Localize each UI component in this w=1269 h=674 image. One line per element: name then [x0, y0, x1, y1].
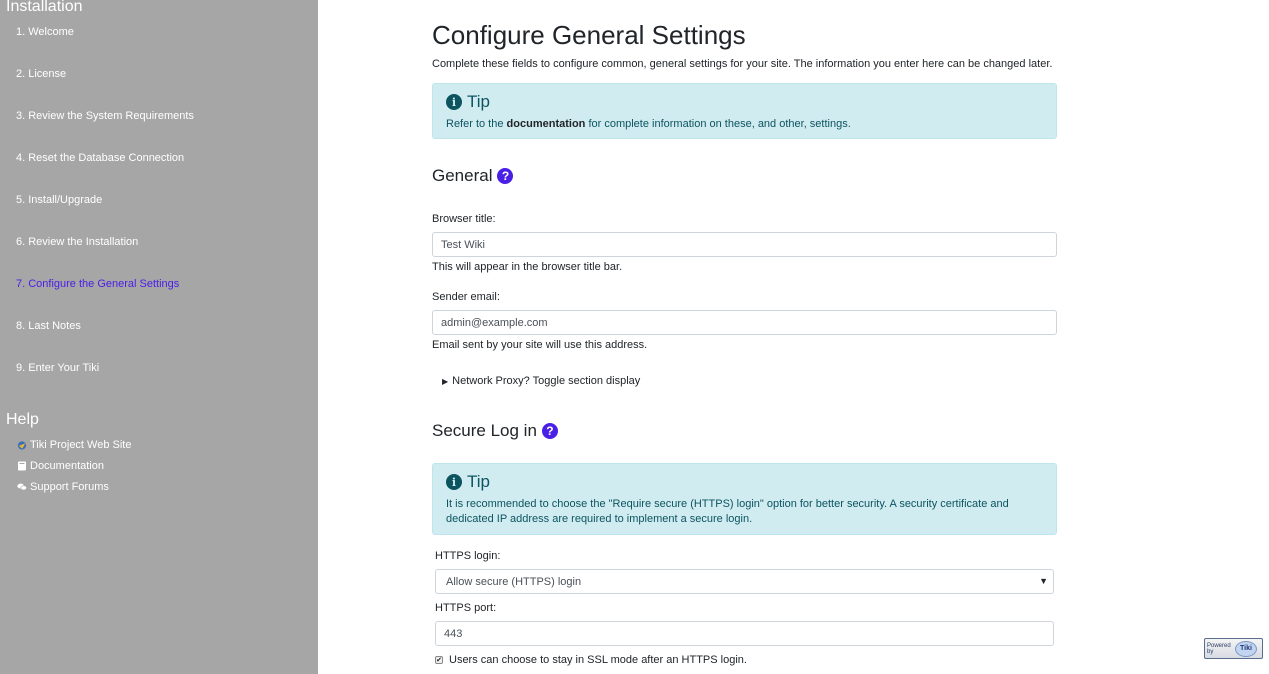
- network-proxy-toggle[interactable]: ▶ Network Proxy? Toggle section display: [442, 375, 640, 387]
- sidebar-step-enter-tiki[interactable]: 9. Enter Your Tiki: [16, 362, 99, 374]
- tip-title-label: Tip: [467, 92, 490, 111]
- help-question-icon[interactable]: ?: [541, 423, 558, 439]
- help-heading: Help: [6, 411, 39, 428]
- documentation-link[interactable]: documentation: [507, 118, 586, 130]
- tip-text-before: Refer to the: [446, 118, 507, 130]
- section-general-heading: General ?: [432, 166, 514, 186]
- help-link-tiki-project[interactable]: Tiki Project Web Site: [17, 439, 131, 451]
- tip-title: i Tip: [446, 92, 490, 112]
- info-icon: i: [446, 474, 462, 490]
- https-login-label: HTTPS login:: [435, 550, 501, 562]
- sidebar-step-welcome[interactable]: 1. Welcome: [16, 26, 74, 38]
- network-proxy-label: Network Proxy? Toggle section display: [452, 375, 641, 387]
- sidebar-step-install-upgrade[interactable]: 5. Install/Upgrade: [16, 194, 102, 206]
- tip-box-secure-login: i Tip It is recommended to choose the "R…: [432, 463, 1057, 535]
- https-port-value: 443: [444, 627, 463, 640]
- https-login-select[interactable]: Allow secure (HTTPS) login ▼: [435, 569, 1054, 594]
- tip-text-after: for complete information on these, and o…: [585, 118, 851, 130]
- section-secure-login-title: Secure Log in: [432, 421, 537, 440]
- tip-title-label: Tip: [467, 472, 490, 491]
- https-port-input[interactable]: 443: [435, 621, 1054, 646]
- triangle-right-icon: ▶: [442, 376, 449, 386]
- sender-email-input[interactable]: admin@example.com: [432, 310, 1057, 335]
- browser-title-label: Browser title:: [432, 213, 496, 225]
- book-icon: [17, 461, 27, 471]
- tiki-logo: Tiki: [1235, 640, 1257, 657]
- help-link-label: Tiki Project Web Site: [30, 439, 132, 451]
- help-link-label: Support Forums: [30, 481, 109, 493]
- sender-email-value: admin@example.com: [441, 316, 548, 329]
- caret-down-icon: ▼: [1039, 576, 1048, 586]
- sidebar-step-reset-database[interactable]: 4. Reset the Database Connection: [16, 152, 184, 164]
- browser-title-help: This will appear in the browser title ba…: [432, 261, 623, 273]
- ssl-mode-option: ✔ Users can choose to stay in SSL mode a…: [435, 654, 747, 666]
- sidebar-step-system-requirements[interactable]: 3. Review the System Requirements: [16, 110, 194, 122]
- info-icon: i: [446, 94, 462, 110]
- powered-by-tiki-badge[interactable]: Powered by Tiki: [1204, 638, 1263, 659]
- section-general-title: General: [432, 166, 493, 185]
- https-login-value: Allow secure (HTTPS) login: [446, 575, 582, 588]
- help-link-support-forums[interactable]: Support Forums: [17, 481, 109, 493]
- tip-box-documentation: i Tip Refer to the documentation for com…: [432, 83, 1057, 139]
- sidebar-step-review-installation[interactable]: 6. Review the Installation: [16, 236, 138, 248]
- tip-title: i Tip: [446, 472, 490, 492]
- tip-text: Refer to the documentation for complete …: [446, 117, 851, 132]
- ssl-mode-label: Users can choose to stay in SSL mode aft…: [449, 654, 747, 666]
- help-link-documentation[interactable]: Documentation: [17, 460, 104, 472]
- comments-icon: [17, 482, 27, 492]
- browser-title-input[interactable]: Test Wiki: [432, 232, 1057, 257]
- tiki-logo-icon: [17, 440, 27, 450]
- sidebar-step-license[interactable]: 2. License: [16, 68, 66, 80]
- tip-text: It is recommended to choose the "Require…: [446, 498, 1009, 525]
- browser-title-value: Test Wiki: [441, 238, 485, 251]
- powered-by-text: Powered by: [1207, 642, 1231, 655]
- sender-email-label: Sender email:: [432, 291, 500, 303]
- https-port-label: HTTPS port:: [435, 602, 497, 614]
- page-title: Configure General Settings: [432, 20, 746, 50]
- sidebar: Installation 1. Welcome 2. License 3. Re…: [0, 0, 318, 674]
- sidebar-step-configure-general[interactable]: 7. Configure the General Settings: [16, 278, 179, 290]
- sender-email-help: Email sent by your site will use this ad…: [432, 339, 648, 351]
- help-question-icon[interactable]: ?: [497, 168, 514, 184]
- sidebar-step-last-notes[interactable]: 8. Last Notes: [16, 320, 81, 332]
- ssl-mode-checkbox[interactable]: ✔: [435, 656, 443, 664]
- installation-heading: Installation: [6, 0, 83, 15]
- intro-text: Complete these fields to configure commo…: [432, 58, 1053, 70]
- section-secure-login-heading: Secure Log in ?: [432, 421, 558, 441]
- help-link-label: Documentation: [30, 460, 104, 472]
